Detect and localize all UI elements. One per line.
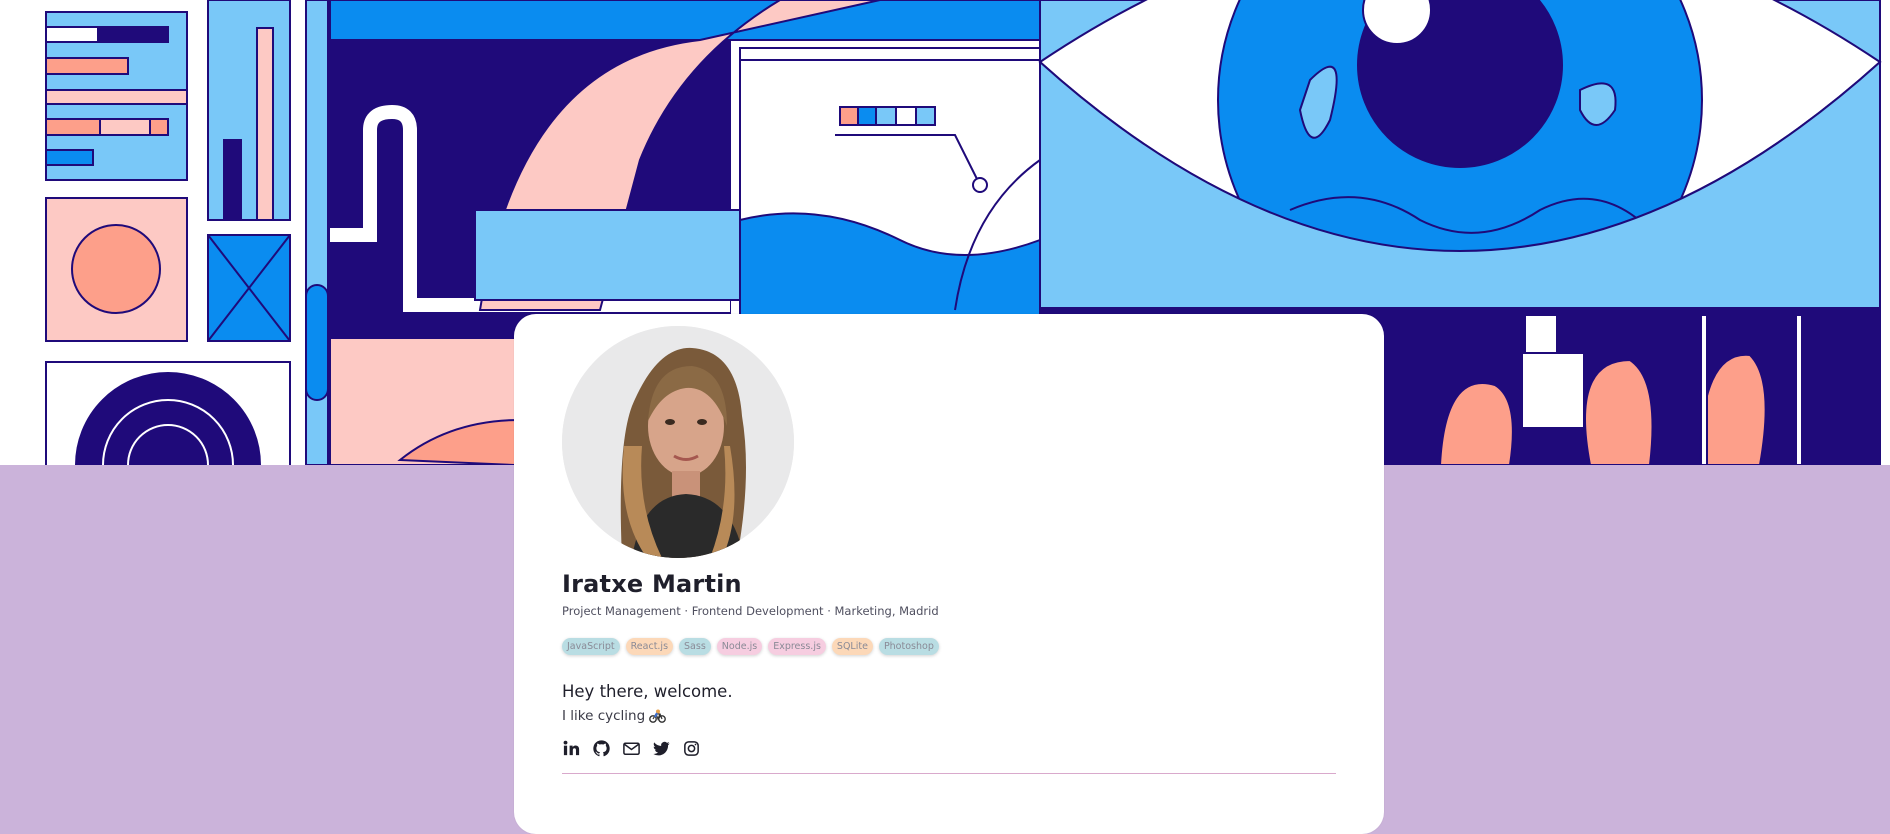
profile-subtitle: Project Management · Frontend Developmen… — [562, 604, 939, 618]
bicycle-icon — [649, 709, 667, 723]
skill-tags: JavaScript React.js Sass Node.js Express… — [562, 638, 939, 655]
github-icon[interactable] — [592, 739, 611, 758]
hobby-text: I like cycling — [562, 708, 646, 724]
tag-sqlite: SQLite — [831, 638, 873, 655]
tag-javascript: JavaScript — [562, 638, 620, 655]
hobby-line: I like cycling — [562, 708, 667, 724]
mail-icon[interactable] — [622, 739, 641, 758]
greeting-text: Hey there, welcome. — [562, 682, 733, 701]
profile-name: Iratxe Martin — [562, 570, 742, 598]
tag-reactjs: React.js — [625, 638, 674, 655]
avatar — [562, 326, 794, 558]
social-links — [562, 739, 701, 758]
section-divider — [562, 773, 1336, 774]
linkedin-icon[interactable] — [562, 739, 581, 758]
tag-expressjs: Express.js — [768, 638, 826, 655]
instagram-icon[interactable] — [682, 739, 701, 758]
tag-sass: Sass — [679, 638, 711, 655]
profile-card: Iratxe Martin Project Management · Front… — [514, 314, 1384, 834]
tag-nodejs: Node.js — [716, 638, 763, 655]
tag-photoshop: Photoshop — [878, 638, 939, 655]
twitter-icon[interactable] — [652, 739, 671, 758]
